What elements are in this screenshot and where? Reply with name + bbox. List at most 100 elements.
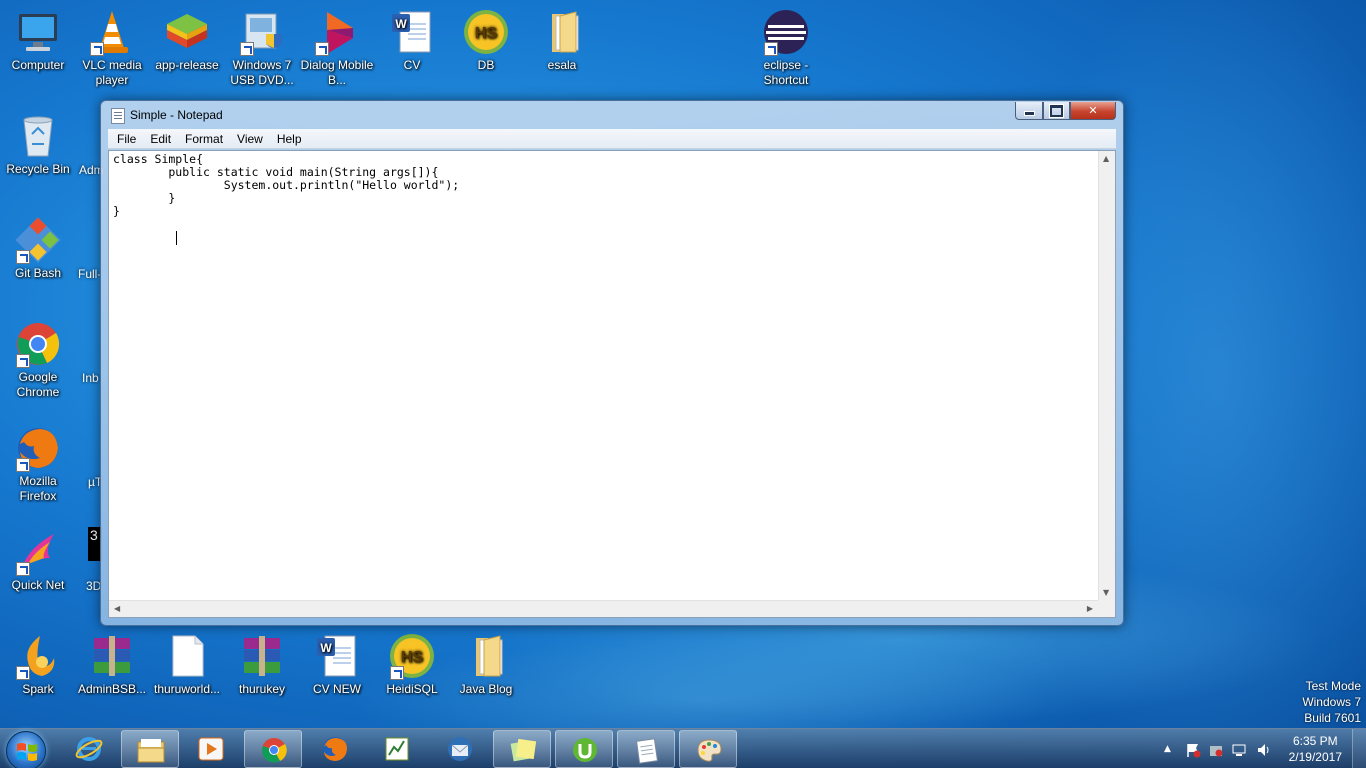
- volume-icon[interactable]: [1256, 742, 1272, 761]
- blank-file-icon: [163, 632, 211, 680]
- close-button[interactable]: ✕: [1070, 102, 1116, 120]
- desktop-icon-thuruworld[interactable]: thuruworld...: [149, 628, 225, 697]
- desktop-icon-mozilla-firefox[interactable]: Mozilla Firefox: [0, 420, 76, 504]
- desktop-icon-cv-new[interactable]: W CV NEW: [299, 628, 375, 697]
- desktop-icon-adminbsb[interactable]: AdminBSB...: [74, 628, 150, 697]
- title-bar[interactable]: Simple - Notepad ✕: [101, 101, 1123, 129]
- action-center-flag-icon[interactable]: [1185, 742, 1201, 761]
- menu-file[interactable]: File: [110, 132, 143, 146]
- vlc-cone-icon: [88, 8, 136, 56]
- desktop-icon-windows7-usb[interactable]: Windows 7 USB DVD...: [224, 4, 300, 88]
- vertical-scrollbar[interactable]: ▲ ▼: [1098, 151, 1115, 600]
- desktop-icon-quick-net[interactable]: Quick Net: [0, 524, 76, 593]
- installer-icon: [238, 8, 286, 56]
- folder-icon: [538, 8, 586, 56]
- taskbar-media-player[interactable]: [182, 730, 240, 768]
- minimize-button[interactable]: [1015, 102, 1043, 120]
- show-desktop-button[interactable]: [1352, 729, 1366, 768]
- folder-icon: [462, 632, 510, 680]
- spark-icon: [14, 632, 62, 680]
- scroll-right-icon[interactable]: ▶: [1087, 604, 1093, 613]
- sticky-notes-icon: [510, 738, 537, 762]
- dialog-logo-icon: [313, 8, 361, 56]
- window-title: Simple - Notepad: [130, 108, 223, 122]
- word-document-icon: W: [388, 8, 436, 56]
- taskbar: ▲ 6:35 PM 2/19/2017: [0, 728, 1366, 768]
- scroll-left-icon[interactable]: ◀: [114, 604, 120, 613]
- winrar-archive-icon: [88, 632, 136, 680]
- svg-text:W: W: [395, 17, 407, 31]
- heidisql-icon: HS: [462, 8, 510, 56]
- security-alert-icon[interactable]: [1208, 742, 1224, 761]
- desktop-icon-git-bash[interactable]: Git Bash: [0, 212, 76, 281]
- start-button[interactable]: [6, 731, 46, 768]
- network-icon[interactable]: [1231, 742, 1247, 761]
- taskbar-clock[interactable]: 6:35 PM 2/19/2017: [1289, 733, 1342, 765]
- menu-format[interactable]: Format: [178, 132, 230, 146]
- test-mode-watermark: Test Mode Windows 7 Build 7601: [1302, 679, 1361, 725]
- taskbar-utorrent[interactable]: [555, 730, 613, 768]
- clock-date: 2/19/2017: [1288, 750, 1342, 764]
- desktop-icon-heidisql[interactable]: HS HeidiSQL: [374, 628, 450, 697]
- taskbar-notepad[interactable]: [617, 730, 675, 768]
- bluestacks-icon: [163, 8, 211, 56]
- taskbar-notepad-plus[interactable]: [368, 730, 426, 768]
- resize-grip[interactable]: [1098, 600, 1115, 617]
- heidisql-icon: HS: [388, 632, 436, 680]
- desktop-icon-app-release[interactable]: app-release: [149, 4, 225, 73]
- notepad-icon: [111, 108, 125, 124]
- shortcut-arrow-icon: [16, 666, 30, 680]
- system-tray: ▲: [1160, 729, 1290, 768]
- taskbar-file-explorer[interactable]: [121, 730, 179, 768]
- desktop-icon-eclipse[interactable]: eclipse - Shortcut: [748, 4, 824, 88]
- scroll-up-icon[interactable]: ▲: [1103, 154, 1109, 163]
- desktop-icon-dialog-mobile[interactable]: Dialog Mobile B...: [299, 4, 375, 88]
- desktop-icon-computer[interactable]: Computer: [0, 4, 76, 73]
- maximize-button[interactable]: [1043, 102, 1070, 120]
- shortcut-arrow-icon: [315, 42, 329, 56]
- word-document-icon: W: [313, 632, 361, 680]
- editor-chart-icon: [385, 737, 409, 761]
- internet-explorer-icon: [75, 737, 103, 761]
- chrome-icon: [14, 320, 62, 368]
- svg-text:HS: HS: [401, 649, 424, 666]
- shortcut-arrow-icon: [390, 666, 404, 680]
- shortcut-arrow-icon: [16, 250, 30, 264]
- file-explorer-icon: [137, 739, 165, 763]
- menu-edit[interactable]: Edit: [143, 132, 178, 146]
- taskbar-internet-explorer[interactable]: [60, 730, 118, 768]
- partial-desktop-label: Full-: [78, 267, 102, 281]
- desktop-icon-cv[interactable]: W CV: [374, 4, 450, 73]
- text-editor[interactable]: class Simple{ public static void main(St…: [108, 150, 1116, 618]
- desktop-icon-google-chrome[interactable]: Google Chrome: [0, 316, 76, 400]
- desktop-icon-java-blog[interactable]: Java Blog: [448, 628, 524, 697]
- shortcut-arrow-icon: [16, 458, 30, 472]
- desktop-icon-vlc[interactable]: VLC media player: [74, 4, 150, 88]
- eclipse-icon: [762, 8, 810, 56]
- desktop-icon-esala[interactable]: esala: [524, 4, 600, 73]
- desktop-icon-recycle-bin[interactable]: Recycle Bin: [0, 108, 76, 177]
- shortcut-arrow-icon: [764, 42, 778, 56]
- taskbar-sticky-notes[interactable]: [493, 730, 551, 768]
- menu-view[interactable]: View: [230, 132, 270, 146]
- svg-text:W: W: [320, 641, 332, 655]
- quick-net-icon: [14, 528, 62, 576]
- menu-help[interactable]: Help: [270, 132, 309, 146]
- desktop-icon-spark[interactable]: Spark: [0, 628, 76, 697]
- show-hidden-icons-button[interactable]: ▲: [1164, 744, 1171, 754]
- taskbar-chrome[interactable]: [244, 730, 302, 768]
- taskbar-paint[interactable]: [679, 730, 737, 768]
- editor-content[interactable]: class Simple{ public static void main(St…: [113, 153, 1095, 597]
- desktop-icon-db[interactable]: HS DB: [448, 4, 524, 73]
- winrar-archive-icon: [238, 632, 286, 680]
- menu-bar: File Edit Format View Help: [108, 129, 1116, 149]
- close-icon: ✕: [1088, 104, 1098, 117]
- horizontal-scrollbar[interactable]: ◀ ▶: [109, 600, 1098, 617]
- desktop-icon-thurukey[interactable]: thurukey: [224, 628, 300, 697]
- scroll-down-icon[interactable]: ▼: [1103, 588, 1109, 597]
- notepad-window[interactable]: Simple - Notepad ✕ File Edit Format View…: [100, 100, 1124, 626]
- taskbar-thunderbird[interactable]: [431, 730, 489, 768]
- media-player-icon: [198, 737, 224, 761]
- thunderbird-icon: [448, 737, 472, 761]
- taskbar-firefox[interactable]: [306, 730, 364, 768]
